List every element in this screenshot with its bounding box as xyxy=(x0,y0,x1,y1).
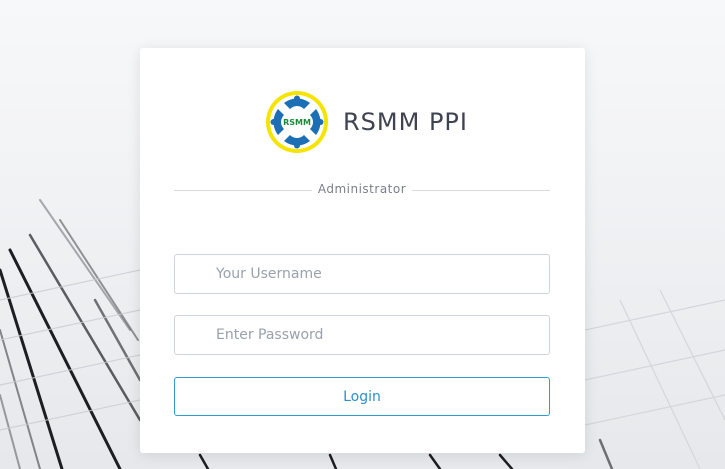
role-divider: Administrator xyxy=(174,182,550,198)
username-input[interactable] xyxy=(175,255,546,293)
app-title: RSMM PPI xyxy=(343,108,468,136)
username-field[interactable] xyxy=(174,254,550,294)
logo-text: RSMM xyxy=(283,118,311,127)
rsmm-logo: RSMM xyxy=(266,91,328,153)
password-input[interactable] xyxy=(175,316,546,354)
role-label: Administrator xyxy=(317,182,407,196)
brand: RSMM RSMM PPI xyxy=(264,88,468,156)
login-card: RSMM RSMM PPI Administrator Login xyxy=(140,48,585,453)
login-button[interactable]: Login xyxy=(174,377,550,416)
password-field[interactable] xyxy=(174,315,550,355)
